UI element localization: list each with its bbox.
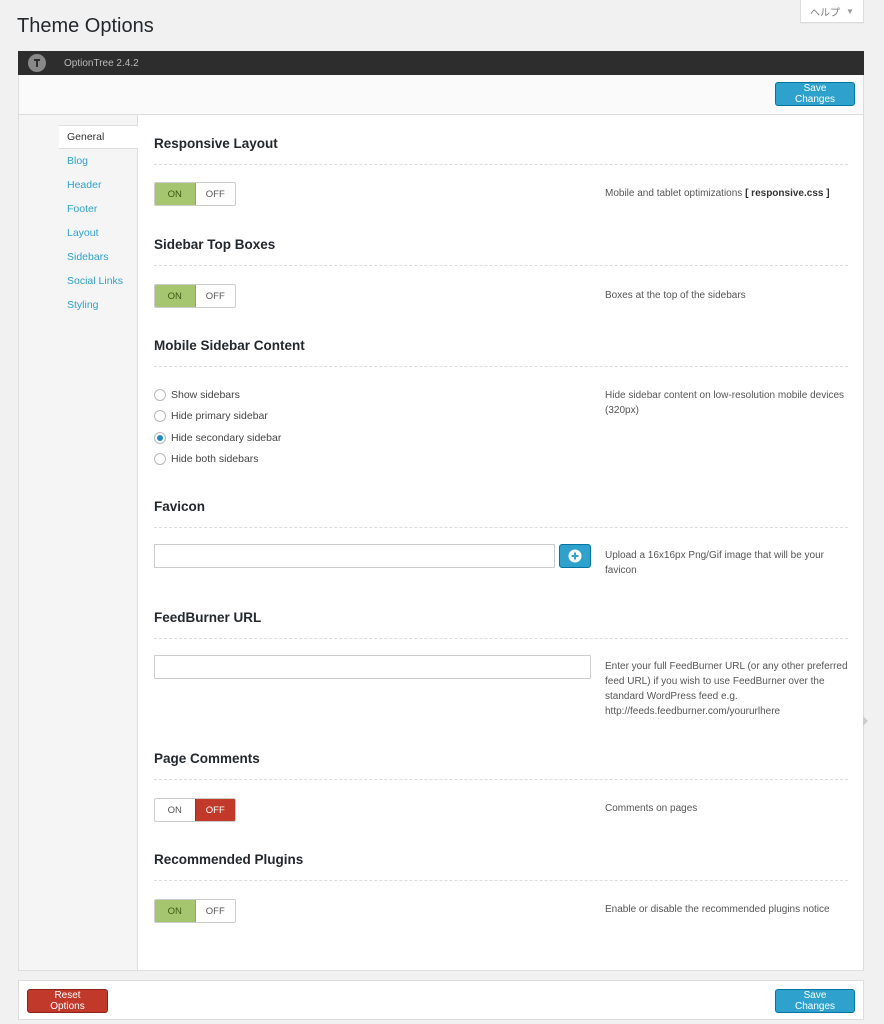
help-label: ヘルプ: [810, 7, 841, 19]
nav-item-blog[interactable]: Blog: [59, 149, 137, 173]
toggle-off-button[interactable]: OFF: [196, 900, 236, 922]
page-comments-description: Comments on pages: [605, 803, 698, 814]
nav-item-footer[interactable]: Footer: [59, 197, 137, 221]
options-content: Responsive Layout ON OFF Mobile and tabl…: [138, 115, 863, 970]
section-title: Responsive Layout: [154, 133, 848, 165]
section-title: FeedBurner URL: [154, 607, 848, 639]
radio-label: Show sidebars: [171, 388, 240, 401]
optiontree-header: OptionTree 2.4.2: [18, 51, 864, 75]
optiontree-logo-icon: [28, 54, 46, 72]
caret-down-icon: ▼: [846, 6, 854, 16]
favicon-input[interactable]: [154, 544, 555, 568]
section-title: Page Comments: [154, 748, 848, 780]
description-bold-text: [ responsive.css ]: [745, 188, 830, 199]
section-title: Sidebar Top Boxes: [154, 234, 848, 266]
page-title: Theme Options: [17, 15, 154, 37]
section-title: Favicon: [154, 496, 848, 528]
toggle-on-button[interactable]: ON: [155, 183, 196, 205]
options-nav: General Blog Header Footer Layout Sideba…: [19, 115, 138, 970]
toggle-off-button[interactable]: OFF: [194, 799, 235, 821]
radio-label: Hide secondary sidebar: [171, 431, 282, 444]
section-recommended-plugins: Recommended Plugins ON OFF Enable or dis…: [154, 849, 848, 941]
description-text: Mobile and tablet optimizations: [605, 188, 746, 199]
toggle-off-button[interactable]: OFF: [196, 285, 236, 307]
radio-hide-primary-sidebar[interactable]: Hide primary sidebar: [154, 406, 281, 428]
nav-item-general[interactable]: General: [59, 125, 138, 149]
radio-hide-secondary-sidebar[interactable]: Hide secondary sidebar: [154, 427, 281, 449]
radio-button[interactable]: [154, 410, 166, 423]
favicon-upload-button[interactable]: [559, 544, 591, 568]
nav-item-header[interactable]: Header: [59, 173, 137, 197]
mobile-sidebar-radio-group: Show sidebars Hide primary sidebar Hide …: [154, 384, 281, 470]
radio-button[interactable]: [154, 431, 166, 444]
reset-options-button[interactable]: Reset Options: [27, 989, 108, 1013]
nav-item-sidebars[interactable]: Sidebars: [59, 245, 137, 269]
optiontree-panel: OptionTree 2.4.2 Save Changes General Bl…: [18, 51, 864, 971]
page-comments-toggle: ON OFF: [154, 798, 236, 822]
toggle-on-button[interactable]: ON: [155, 285, 196, 307]
favicon-description: Upload a 16x16px Png/Gif image that will…: [605, 550, 825, 576]
top-toolbar: Save Changes: [18, 75, 864, 115]
save-changes-button-bottom[interactable]: Save Changes: [775, 989, 855, 1013]
feedburner-url-input[interactable]: [154, 655, 591, 679]
save-changes-button-top[interactable]: Save Changes: [775, 82, 855, 106]
responsive-layout-description: Mobile and tablet optimizations [ respon…: [605, 186, 850, 201]
help-tab[interactable]: ヘルプ ▼: [800, 0, 864, 23]
section-responsive-layout: Responsive Layout ON OFF Mobile and tabl…: [154, 133, 848, 225]
section-title: Recommended Plugins: [154, 849, 848, 881]
nav-item-social-links[interactable]: Social Links: [59, 269, 137, 293]
feedburner-description: Enter your full FeedBurner URL (or any o…: [605, 661, 848, 717]
section-title: Mobile Sidebar Content: [154, 335, 848, 367]
options-body: General Blog Header Footer Layout Sideba…: [18, 115, 864, 971]
section-sidebar-top-boxes: Sidebar Top Boxes ON OFF Boxes at the to…: [154, 234, 848, 326]
radio-label: Hide both sidebars: [171, 453, 259, 466]
section-feedburner-url: FeedBurner URL Enter your full FeedBurne…: [154, 607, 848, 739]
chevron-right-icon: [863, 716, 868, 726]
radio-show-sidebars[interactable]: Show sidebars: [154, 384, 281, 406]
section-mobile-sidebar-content: Mobile Sidebar Content Show sidebars Hid…: [154, 335, 848, 477]
plus-circle-icon: [568, 549, 582, 563]
bottom-toolbar: Reset Options Save Changes: [18, 980, 864, 1020]
nav-item-styling[interactable]: Styling: [59, 293, 137, 317]
radio-label: Hide primary sidebar: [171, 410, 268, 423]
nav-item-layout[interactable]: Layout: [59, 221, 137, 245]
toggle-on-button[interactable]: ON: [155, 900, 196, 922]
toggle-off-button[interactable]: OFF: [196, 183, 236, 205]
radio-button[interactable]: [154, 453, 166, 466]
radio-button[interactable]: [154, 388, 166, 401]
sidebar-top-boxes-toggle: ON OFF: [154, 284, 236, 308]
responsive-layout-toggle: ON OFF: [154, 182, 236, 206]
section-page-comments: Page Comments ON OFF Comments on pages: [154, 748, 848, 840]
mobile-sidebar-description: Hide sidebar content on low-resolution m…: [605, 390, 845, 416]
recommended-plugins-toggle: ON OFF: [154, 899, 236, 923]
radio-hide-both-sidebars[interactable]: Hide both sidebars: [154, 449, 281, 471]
section-favicon: Favicon Upload a 16x16px Png/Gif image t…: [154, 496, 848, 588]
toggle-on-button[interactable]: ON: [155, 799, 195, 821]
optiontree-version: OptionTree 2.4.2: [64, 57, 139, 69]
recommended-plugins-description: Enable or disable the recommended plugin…: [605, 904, 830, 915]
sidebar-top-boxes-description: Boxes at the top of the sidebars: [605, 290, 746, 301]
